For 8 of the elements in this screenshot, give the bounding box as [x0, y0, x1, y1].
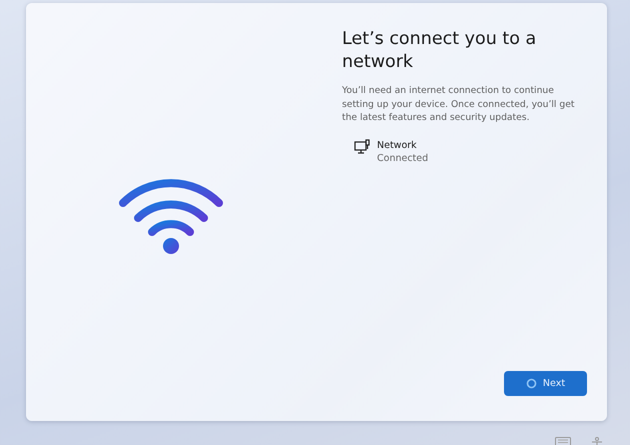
keyboard-icon[interactable]: [555, 437, 571, 445]
next-button[interactable]: Next: [504, 371, 587, 396]
network-status: Connected: [377, 152, 428, 164]
network-name: Network: [377, 138, 418, 152]
accessibility-icon[interactable]: [591, 437, 603, 445]
description-text: You’ll need an internet connection to continue setting up your device. Once connected, you’ll get the latest features and security updates.: [342, 84, 576, 124]
page-heading: Let’s connect you to a network: [342, 28, 538, 74]
network-computer-icon: [354, 138, 371, 156]
